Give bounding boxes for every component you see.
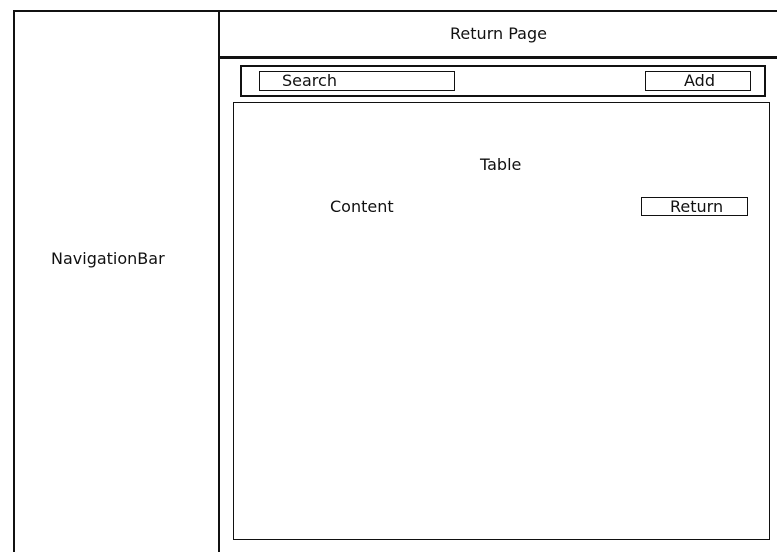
search-input[interactable]: Search: [259, 71, 455, 91]
navigation-bar-label: NavigationBar: [51, 249, 165, 268]
toolbar: Search Add: [240, 65, 766, 97]
navigation-divider: [218, 10, 220, 552]
add-button[interactable]: Add: [645, 71, 751, 91]
page-header: Return Page: [220, 10, 777, 59]
table-label: Table: [480, 155, 522, 174]
content-area: Table Content Return: [233, 102, 770, 540]
content-label: Content: [330, 197, 394, 216]
return-button[interactable]: Return: [641, 197, 748, 216]
page-title: Return Page: [450, 23, 547, 43]
